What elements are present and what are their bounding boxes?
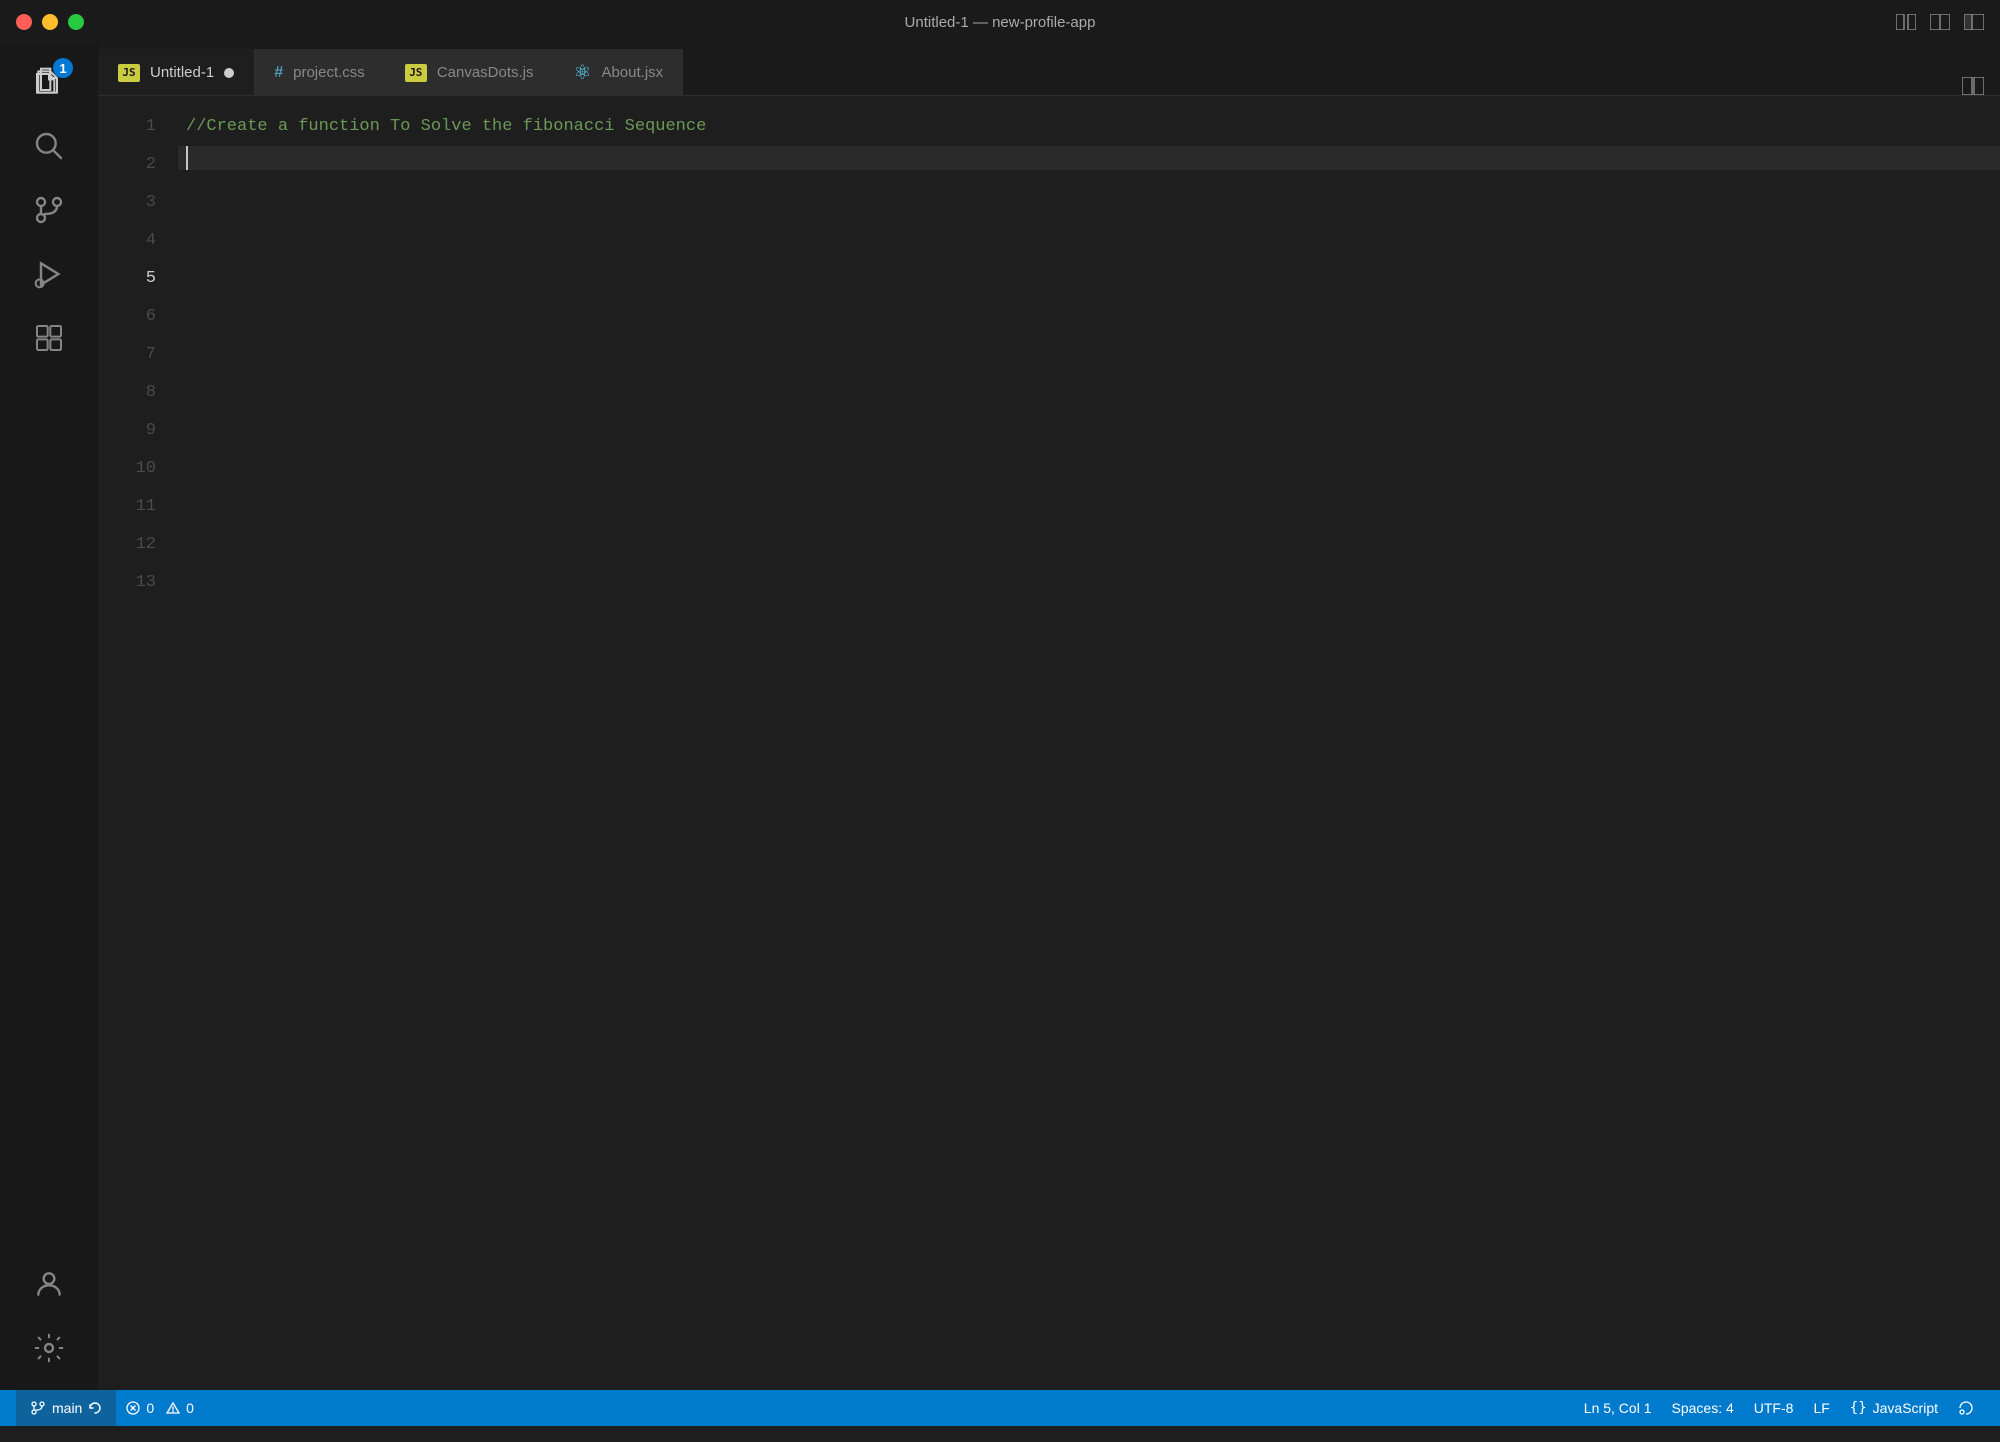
code-line-4: //Create a function To Solve the fibonac… xyxy=(186,108,2000,146)
tab-label-aboutjsx: About.jsx xyxy=(601,64,663,81)
editor-content[interactable]: 1 2 3 4 5 6 7 8 9 10 11 12 13 xyxy=(98,96,2000,1390)
source-control-icon xyxy=(33,194,65,226)
explorer-badge: 1 xyxy=(53,58,73,78)
status-bar-left: main 0 0 xyxy=(16,1390,204,1426)
sidebar-item-run[interactable] xyxy=(19,244,79,304)
line-num-6: 6 xyxy=(98,298,156,336)
status-bar: main 0 0 Ln 5, Col 1 xyxy=(0,1390,2000,1426)
sidebar-item-explorer[interactable]: 1 xyxy=(19,52,79,112)
sync-icon xyxy=(88,1401,102,1415)
line-num-9: 9 xyxy=(98,412,156,450)
line-ending: LF xyxy=(1813,1400,1829,1416)
line-numbers: 1 2 3 4 5 6 7 8 9 10 11 12 13 xyxy=(98,96,178,1390)
editor-area: JS Untitled-1 # project.css JS CanvasDot… xyxy=(98,44,2000,1390)
code-editor[interactable]: //Create a function To Solve the fibonac… xyxy=(178,96,2000,1390)
traffic-lights xyxy=(16,14,84,30)
run-icon xyxy=(33,258,65,290)
extensions-icon xyxy=(33,322,65,354)
line-num-11: 11 xyxy=(98,488,156,526)
customize-layout-icon[interactable] xyxy=(1964,14,1984,30)
titlebar: Untitled-1 — new-profile-app xyxy=(0,0,2000,44)
indentation: Spaces: 4 xyxy=(1672,1400,1734,1416)
cursor-position: Ln 5, Col 1 xyxy=(1584,1400,1652,1416)
line-num-10: 10 xyxy=(98,450,156,488)
js-icon-2: JS xyxy=(405,64,427,82)
remote-icon xyxy=(1958,1401,1974,1415)
error-count: 0 xyxy=(146,1400,154,1416)
language-button[interactable]: {} JavaScript xyxy=(1840,1390,1948,1426)
split-editor-icon[interactable] xyxy=(1896,14,1916,30)
editor-layout-toggle[interactable] xyxy=(1946,77,2000,95)
minimize-button[interactable] xyxy=(42,14,58,30)
tab-aboutjsx[interactable]: ⚛ About.jsx xyxy=(554,49,684,95)
line-num-7: 7 xyxy=(98,336,156,374)
account-icon xyxy=(33,1268,65,1300)
sidebar-item-extensions[interactable] xyxy=(19,308,79,368)
tab-label-untitled1: Untitled-1 xyxy=(150,64,214,81)
line-ending-button[interactable]: LF xyxy=(1803,1390,1839,1426)
comment-text: //Create a function To Solve the fibonac… xyxy=(186,108,706,146)
line-num-4: 4 xyxy=(98,222,156,260)
tab-projectcss[interactable]: # project.css xyxy=(254,49,385,95)
settings-icon xyxy=(33,1332,65,1364)
line-num-1: 1 xyxy=(98,108,156,146)
git-branch-icon xyxy=(30,1400,46,1416)
remote-button[interactable] xyxy=(1948,1390,1984,1426)
js-icon: JS xyxy=(118,64,140,82)
line-num-2: 2 xyxy=(98,146,156,184)
line-num-3: 3 xyxy=(98,184,156,222)
code-line-5 xyxy=(186,146,2000,170)
tabs-bar: JS Untitled-1 # project.css JS CanvasDot… xyxy=(98,44,2000,96)
titlebar-icons xyxy=(1896,14,1984,30)
tab-canvasdots[interactable]: JS CanvasDots.js xyxy=(385,49,554,95)
git-branch-name: main xyxy=(52,1400,82,1416)
tab-label-canvasdots: CanvasDots.js xyxy=(437,64,534,81)
tab-label-projectcss: project.css xyxy=(293,64,365,81)
sidebar-item-settings[interactable] xyxy=(19,1318,79,1378)
cursor-position-button[interactable]: Ln 5, Col 1 xyxy=(1574,1390,1662,1426)
open-brace-icon: {} xyxy=(1850,1400,1867,1416)
line-num-8: 8 xyxy=(98,374,156,412)
editor-layout-icon[interactable] xyxy=(1930,14,1950,30)
search-icon xyxy=(33,130,65,162)
line-num-12: 12 xyxy=(98,526,156,564)
error-icon xyxy=(126,1401,140,1415)
css-icon: # xyxy=(274,64,283,82)
activity-bar: 1 xyxy=(0,44,98,1390)
maximize-button[interactable] xyxy=(68,14,84,30)
encoding-button[interactable]: UTF-8 xyxy=(1744,1390,1804,1426)
language-name: JavaScript xyxy=(1873,1400,1938,1416)
line-num-13: 13 xyxy=(98,564,156,602)
sidebar-item-search[interactable] xyxy=(19,116,79,176)
sidebar-item-source-control[interactable] xyxy=(19,180,79,240)
window-title: Untitled-1 — new-profile-app xyxy=(905,14,1096,31)
warning-count: 0 xyxy=(186,1400,194,1416)
text-cursor xyxy=(186,146,188,170)
jsx-icon: ⚛ xyxy=(574,60,592,85)
sidebar-item-account[interactable] xyxy=(19,1254,79,1314)
close-button[interactable] xyxy=(16,14,32,30)
encoding: UTF-8 xyxy=(1754,1400,1794,1416)
errors-button[interactable]: 0 0 xyxy=(116,1390,204,1426)
tab-modified-dot xyxy=(224,68,234,78)
git-branch-button[interactable]: main xyxy=(16,1390,116,1426)
line-num-5: 5 xyxy=(98,260,156,298)
warning-icon xyxy=(166,1401,180,1415)
indentation-button[interactable]: Spaces: 4 xyxy=(1662,1390,1744,1426)
status-bar-right: Ln 5, Col 1 Spaces: 4 UTF-8 LF {} JavaSc… xyxy=(1574,1390,1984,1426)
tab-untitled1[interactable]: JS Untitled-1 xyxy=(98,49,254,95)
